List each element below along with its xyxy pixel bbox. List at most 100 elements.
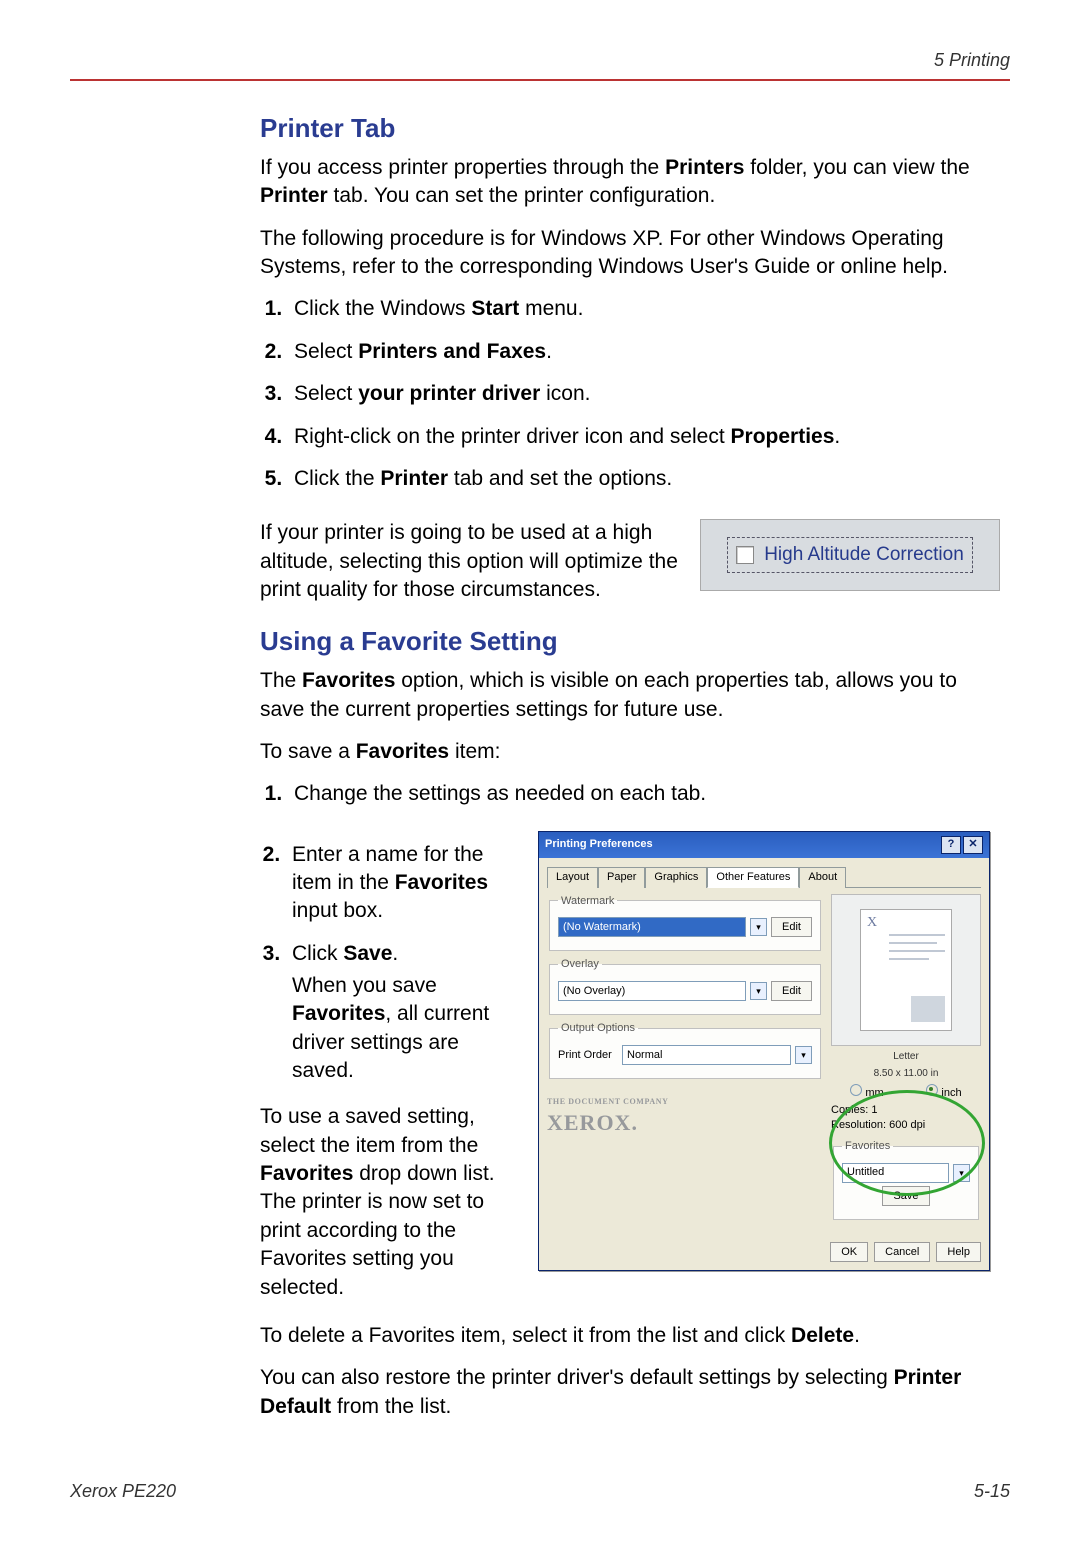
- chevron-down-icon[interactable]: ▾: [795, 1046, 812, 1064]
- help-button[interactable]: Help: [936, 1242, 981, 1262]
- favorites-save-button[interactable]: Save: [882, 1186, 929, 1206]
- cancel-button[interactable]: Cancel: [874, 1242, 930, 1262]
- text: Click the Windows: [294, 297, 471, 320]
- watermark-legend: Watermark: [558, 894, 617, 909]
- text: .: [546, 340, 552, 363]
- paper-dimensions: 8.50 x 11.00 in: [831, 1067, 981, 1081]
- section-heading-favorites: Using a Favorite Setting: [260, 624, 1000, 659]
- favorites-delete-paragraph: To delete a Favorites item, select it fr…: [260, 1322, 1000, 1350]
- text: If you access printer properties through…: [260, 156, 665, 179]
- page-footer: Xerox PE220 5-15: [70, 1481, 1010, 1502]
- print-order-select[interactable]: Normal: [622, 1045, 791, 1065]
- overlay-value: (No Overlay): [563, 984, 625, 999]
- dialog-titlebar[interactable]: Printing Preferences ? ✕: [539, 832, 989, 858]
- header-chapter: 5 Printing: [934, 50, 1010, 71]
- favorites-steps-1: Change the settings as needed on each ta…: [260, 780, 1000, 808]
- overlay-select[interactable]: (No Overlay): [558, 981, 746, 1001]
- favorites-select[interactable]: Untitled: [842, 1163, 949, 1183]
- page-header: 5 Printing: [70, 50, 1010, 71]
- unit-inch-radio[interactable]: inch: [926, 1084, 961, 1101]
- text: Select: [294, 382, 358, 405]
- text-bold: Favorites: [292, 1002, 385, 1025]
- text: .: [392, 942, 398, 965]
- print-order-label: Print Order: [558, 1048, 618, 1063]
- text-bold: Start: [471, 297, 519, 320]
- text: item:: [449, 740, 500, 763]
- favorites-para-intro: The Favorites option, which is visible o…: [260, 667, 1000, 724]
- high-altitude-figure: High Altitude Correction: [700, 519, 1000, 591]
- text: tab. You can set the printer configurati…: [328, 184, 716, 207]
- chevron-down-icon[interactable]: ▾: [750, 918, 767, 936]
- text: To delete a Favorites item, select it fr…: [260, 1324, 791, 1347]
- watermark-edit-button[interactable]: Edit: [771, 917, 812, 937]
- text: input box.: [292, 899, 383, 922]
- text: The: [260, 669, 302, 692]
- text-bold: Printers and Faxes: [358, 340, 546, 363]
- step-1: Click the Windows Start menu.: [288, 295, 1000, 323]
- text: .: [854, 1324, 860, 1347]
- favorites-value: Untitled: [847, 1165, 884, 1180]
- text-bold: Printers: [665, 156, 744, 179]
- unit-mm-radio[interactable]: mm: [850, 1084, 883, 1101]
- help-icon[interactable]: ?: [941, 836, 961, 854]
- fav-step-3: Click Save. When you save Favorites, all…: [286, 940, 520, 1086]
- overlay-edit-button[interactable]: Edit: [771, 981, 812, 1001]
- preview-x-label: X: [867, 914, 877, 933]
- text-bold: Favorites: [260, 1162, 353, 1185]
- favorites-steps-2-3: Enter a name for the item in the Favorit…: [260, 841, 520, 1086]
- text: folder, you can view the: [744, 156, 969, 179]
- unit-mm-label: mm: [865, 1087, 883, 1099]
- favorites-para-save-lead: To save a Favorites item:: [260, 738, 1000, 766]
- tab-about[interactable]: About: [799, 867, 846, 888]
- text-bold: Favorites: [395, 871, 488, 894]
- step-5: Click the Printer tab and set the option…: [288, 465, 1000, 493]
- page-preview: X: [831, 894, 981, 1046]
- ok-button[interactable]: OK: [830, 1242, 868, 1262]
- fav-step-1: Change the settings as needed on each ta…: [288, 780, 1000, 808]
- text: Click the: [294, 467, 380, 490]
- tab-layout[interactable]: Layout: [547, 867, 598, 888]
- watermark-select[interactable]: (No Watermark): [558, 917, 746, 937]
- tab-other-features[interactable]: Other Features: [707, 867, 799, 888]
- text-bold: Properties: [731, 425, 835, 448]
- text: icon.: [540, 382, 590, 405]
- tab-graphics[interactable]: Graphics: [645, 867, 707, 888]
- overlay-group: Overlay (No Overlay) ▾ Edit: [549, 957, 821, 1015]
- watermark-group: Watermark (No Watermark) ▾ Edit: [549, 894, 821, 952]
- resolution-label: Resolution: 600 dpi: [831, 1118, 981, 1133]
- high-altitude-paragraph: If your printer is going to be used at a…: [260, 519, 682, 604]
- footer-product: Xerox PE220: [70, 1481, 176, 1502]
- text: To save a: [260, 740, 356, 763]
- brand-name: XEROX.: [547, 1108, 823, 1138]
- paper-name: Letter: [831, 1050, 981, 1064]
- text: tab and set the options.: [448, 467, 672, 490]
- copies-label: Copies: 1: [831, 1103, 981, 1118]
- text-bold: Printer: [260, 184, 328, 207]
- section-heading-printer-tab: Printer Tab: [260, 111, 1000, 146]
- brand-tagline: THE DOCUMENT COMPANY: [547, 1097, 823, 1108]
- text: You can also restore the printer driver'…: [260, 1366, 894, 1389]
- chevron-down-icon[interactable]: ▾: [750, 982, 767, 1000]
- checkbox-icon[interactable]: [736, 546, 754, 564]
- text-bold: Printer: [380, 467, 448, 490]
- high-altitude-checkbox[interactable]: High Altitude Correction: [727, 537, 973, 573]
- text: from the list.: [331, 1395, 451, 1418]
- printer-tab-steps: Click the Windows Start menu. Select Pri…: [260, 295, 1000, 493]
- output-options-group: Output Options Print Order Normal ▾: [549, 1021, 821, 1079]
- text: menu.: [519, 297, 583, 320]
- text-bold: Delete: [791, 1324, 854, 1347]
- footer-page-number: 5-15: [974, 1481, 1010, 1502]
- favorites-legend: Favorites: [842, 1139, 893, 1154]
- text: Select: [294, 340, 358, 363]
- dialog-title-text: Printing Preferences: [545, 837, 653, 852]
- tab-paper[interactable]: Paper: [598, 867, 645, 888]
- printer-tab-para2: The following procedure is for Windows X…: [260, 225, 1000, 282]
- text-bold: your printer driver: [358, 382, 540, 405]
- text: .: [834, 425, 840, 448]
- step-2: Select Printers and Faxes.: [288, 338, 1000, 366]
- close-icon[interactable]: ✕: [963, 836, 983, 854]
- favorites-default-paragraph: You can also restore the printer driver'…: [260, 1364, 1000, 1421]
- watermark-value: (No Watermark): [563, 920, 641, 935]
- text: To use a saved setting, select the item …: [260, 1105, 478, 1156]
- chevron-down-icon[interactable]: ▾: [953, 1164, 970, 1182]
